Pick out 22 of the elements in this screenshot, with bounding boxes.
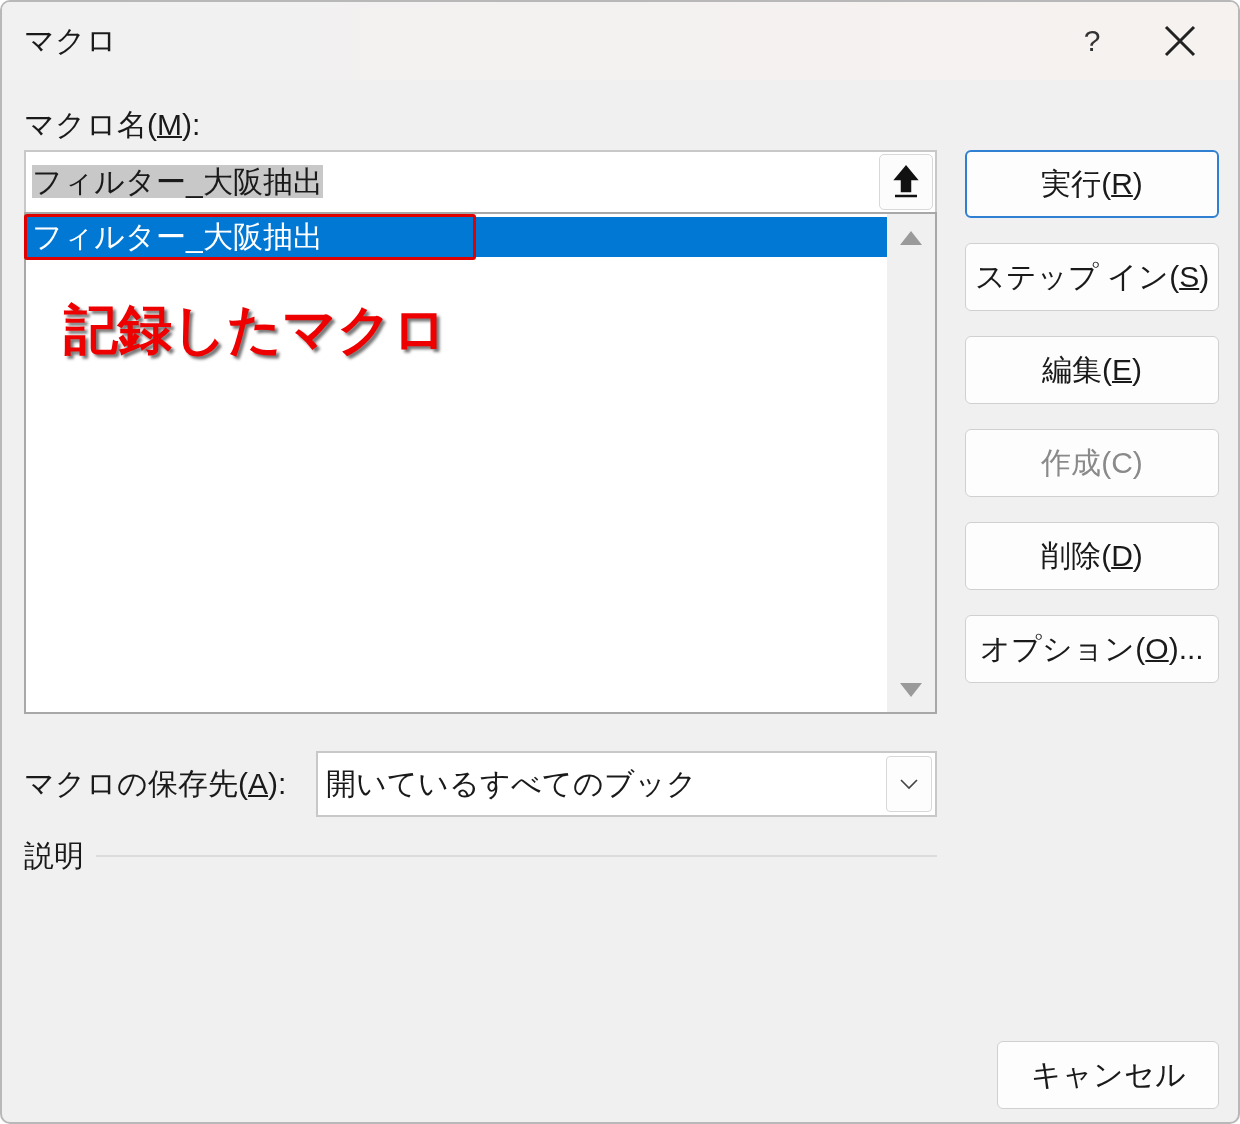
dropdown-button[interactable] bbox=[886, 756, 932, 812]
help-button[interactable]: ? bbox=[1062, 24, 1122, 58]
action-button[interactable]: オプション(O)... bbox=[965, 615, 1219, 683]
chevron-down-icon bbox=[899, 778, 919, 790]
field-label: マクロの保存先(A): bbox=[24, 766, 287, 802]
annotation-text: 記録したマクロ bbox=[64, 298, 447, 361]
field-label: マクロ名(M): bbox=[24, 107, 202, 143]
scrollbar[interactable] bbox=[887, 214, 935, 712]
action-button[interactable]: 実行(R) bbox=[965, 150, 1219, 218]
cancel-button[interactable]: キャンセル bbox=[997, 1041, 1219, 1109]
macro-name-field[interactable]: フィルター_大阪抽出 bbox=[24, 150, 937, 212]
up-arrow-icon bbox=[893, 165, 919, 199]
scroll-down-icon[interactable] bbox=[899, 682, 923, 698]
location-dropdown[interactable]: 開いているすべてのブック bbox=[316, 751, 937, 817]
list-item[interactable]: フィルター_大阪抽出 bbox=[26, 217, 887, 257]
upload-arrow-button[interactable] bbox=[879, 154, 933, 210]
action-button[interactable]: ステップ イン(S) bbox=[965, 243, 1219, 311]
action-button[interactable]: 編集(E) bbox=[965, 336, 1219, 404]
window-title: マクロ bbox=[24, 22, 118, 59]
section-label: 説明 bbox=[24, 838, 84, 874]
scroll-up-icon[interactable] bbox=[899, 230, 923, 246]
action-button[interactable]: 削除(D) bbox=[965, 522, 1219, 590]
